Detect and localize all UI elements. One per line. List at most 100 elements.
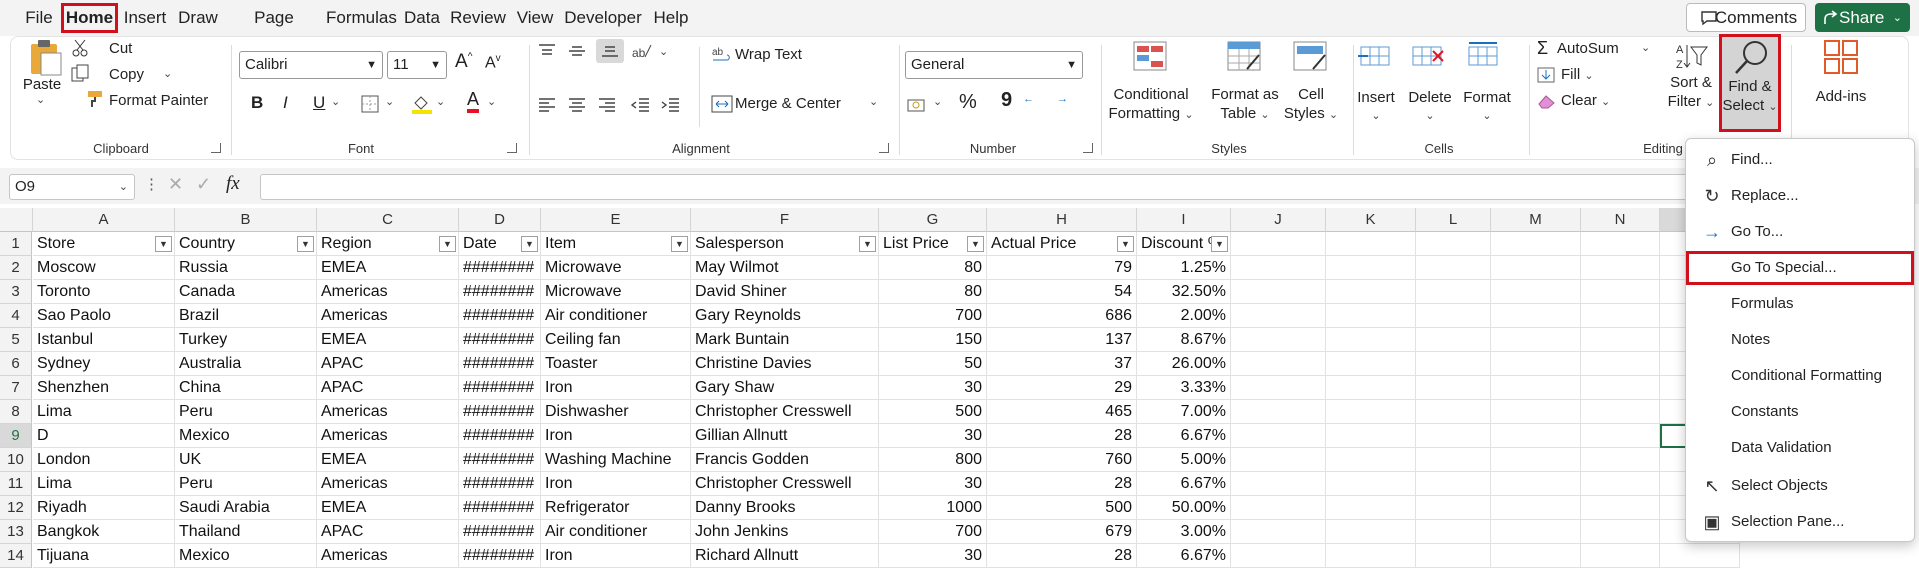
table-cell[interactable]: ######## bbox=[459, 328, 541, 352]
table-cell[interactable]: 500 bbox=[879, 400, 987, 424]
column-header-n[interactable]: N bbox=[1581, 208, 1660, 232]
row-header[interactable]: 2 bbox=[0, 256, 32, 280]
menu-item-find[interactable]: ⌕ Find... bbox=[1686, 143, 1914, 177]
table-cell[interactable]: 700 bbox=[879, 304, 987, 328]
table-cell[interactable]: Mexico bbox=[175, 424, 317, 448]
empty-cell[interactable] bbox=[1416, 496, 1491, 520]
table-cell[interactable]: Australia bbox=[175, 352, 317, 376]
table-cell[interactable]: ######## bbox=[459, 448, 541, 472]
column-header-m[interactable]: M bbox=[1491, 208, 1581, 232]
empty-cell[interactable] bbox=[1231, 472, 1326, 496]
tab-home[interactable]: Home bbox=[61, 3, 118, 33]
column-header-e[interactable]: E bbox=[541, 208, 691, 232]
table-cell[interactable]: 29 bbox=[987, 376, 1137, 400]
orientation-dropdown-icon[interactable]: ⌄ bbox=[659, 45, 668, 58]
empty-cell[interactable] bbox=[1581, 400, 1660, 424]
table-cell[interactable]: 150 bbox=[879, 328, 987, 352]
table-cell[interactable]: 79 bbox=[987, 256, 1137, 280]
table-cell[interactable]: Lima bbox=[33, 400, 175, 424]
table-cell[interactable]: 465 bbox=[987, 400, 1137, 424]
table-cell[interactable]: ######## bbox=[459, 496, 541, 520]
table-cell[interactable]: 50 bbox=[879, 352, 987, 376]
empty-cell[interactable] bbox=[1231, 280, 1326, 304]
format-painter-button[interactable]: Format Painter bbox=[109, 92, 208, 109]
table-cell[interactable]: May Wilmot bbox=[691, 256, 879, 280]
table-cell[interactable]: ######## bbox=[459, 376, 541, 400]
addins-button[interactable]: Add-ins bbox=[1803, 87, 1879, 106]
table-cell[interactable]: 50.00% bbox=[1137, 496, 1231, 520]
borders-icon[interactable] bbox=[361, 95, 379, 113]
table-cell[interactable]: 26.00% bbox=[1137, 352, 1231, 376]
font-size-select[interactable]: 11 ▼ bbox=[387, 51, 447, 79]
fill-button[interactable]: Fill ⌄ bbox=[1561, 66, 1594, 83]
font-color-button[interactable]: A bbox=[467, 89, 480, 113]
empty-cell[interactable] bbox=[1231, 352, 1326, 376]
shrink-font-button[interactable]: Av bbox=[485, 53, 501, 72]
alignment-launcher-icon[interactable] bbox=[879, 143, 889, 153]
column-header-c[interactable]: C bbox=[317, 208, 459, 232]
align-left-icon[interactable] bbox=[537, 97, 557, 113]
borders-dropdown-icon[interactable]: ⌄ bbox=[385, 95, 394, 108]
tab-formulas[interactable]: Formulas bbox=[326, 3, 397, 33]
table-cell[interactable]: 5.00% bbox=[1137, 448, 1231, 472]
empty-cell[interactable] bbox=[1416, 328, 1491, 352]
table-cell[interactable]: 3.00% bbox=[1137, 520, 1231, 544]
table-cell[interactable]: ######## bbox=[459, 400, 541, 424]
table-cell[interactable]: Air conditioner bbox=[541, 304, 691, 328]
empty-cell[interactable] bbox=[1326, 400, 1416, 424]
empty-cell[interactable] bbox=[1581, 448, 1660, 472]
table-header-cell[interactable]: Store bbox=[33, 232, 175, 256]
table-cell[interactable]: ######## bbox=[459, 544, 541, 568]
table-cell[interactable]: Sydney bbox=[33, 352, 175, 376]
table-cell[interactable]: Americas bbox=[317, 544, 459, 568]
menu-item-notes[interactable]: Notes bbox=[1686, 323, 1914, 357]
find-select-button[interactable]: Find & Select ⌄ bbox=[1719, 34, 1781, 132]
table-cell[interactable]: Americas bbox=[317, 304, 459, 328]
table-cell[interactable]: Christopher Cresswell bbox=[691, 400, 879, 424]
empty-cell[interactable] bbox=[1231, 304, 1326, 328]
table-cell[interactable]: 686 bbox=[987, 304, 1137, 328]
empty-cell[interactable] bbox=[1326, 232, 1416, 256]
table-cell[interactable]: 500 bbox=[987, 496, 1137, 520]
table-cell[interactable]: 700 bbox=[879, 520, 987, 544]
table-cell[interactable]: Istanbul bbox=[33, 328, 175, 352]
decrease-decimal-button[interactable]: → bbox=[1057, 93, 1068, 105]
copy-button[interactable]: Copy bbox=[109, 66, 144, 83]
table-cell[interactable]: Gary Shaw bbox=[691, 376, 879, 400]
tab-view[interactable]: View bbox=[514, 3, 556, 33]
decrease-indent-icon[interactable] bbox=[631, 97, 651, 113]
empty-cell[interactable] bbox=[1491, 472, 1581, 496]
empty-cell[interactable] bbox=[1416, 400, 1491, 424]
comma-style-button[interactable]: 9 bbox=[1001, 89, 1012, 112]
empty-cell[interactable] bbox=[1491, 232, 1581, 256]
table-cell[interactable]: David Shiner bbox=[691, 280, 879, 304]
table-cell[interactable]: ######## bbox=[459, 304, 541, 328]
align-center-icon[interactable] bbox=[567, 97, 587, 113]
table-cell[interactable]: 2.00% bbox=[1137, 304, 1231, 328]
table-cell[interactable]: D bbox=[33, 424, 175, 448]
table-cell[interactable]: Gillian Allnutt bbox=[691, 424, 879, 448]
filter-dropdown-icon[interactable]: ▼ bbox=[155, 236, 172, 252]
grow-font-button[interactable]: A^ bbox=[455, 51, 472, 73]
row-header[interactable]: 5 bbox=[0, 328, 32, 352]
sort-filter-button[interactable]: Sort & Filter ⌄ bbox=[1661, 73, 1721, 113]
column-header-j[interactable]: J bbox=[1231, 208, 1326, 232]
table-cell[interactable]: 28 bbox=[987, 544, 1137, 568]
insert-cells-button[interactable]: Insert ⌄ bbox=[1351, 88, 1401, 126]
empty-cell[interactable] bbox=[1231, 448, 1326, 472]
column-header-f[interactable]: F bbox=[691, 208, 879, 232]
table-cell[interactable]: London bbox=[33, 448, 175, 472]
table-cell[interactable]: Lima bbox=[33, 472, 175, 496]
empty-cell[interactable] bbox=[1326, 304, 1416, 328]
table-cell[interactable]: Refrigerator bbox=[541, 496, 691, 520]
table-header-cell[interactable]: Item bbox=[541, 232, 691, 256]
font-name-select[interactable]: Calibri ▼ bbox=[239, 51, 383, 79]
comments-button[interactable]: Comments bbox=[1686, 3, 1806, 32]
table-cell[interactable]: ######## bbox=[459, 280, 541, 304]
empty-cell[interactable] bbox=[1491, 400, 1581, 424]
enter-icon[interactable]: ✓ bbox=[196, 174, 211, 195]
table-cell[interactable]: Microwave bbox=[541, 256, 691, 280]
empty-cell[interactable] bbox=[1491, 280, 1581, 304]
row-header[interactable]: 8 bbox=[0, 400, 32, 424]
empty-cell[interactable] bbox=[1581, 520, 1660, 544]
